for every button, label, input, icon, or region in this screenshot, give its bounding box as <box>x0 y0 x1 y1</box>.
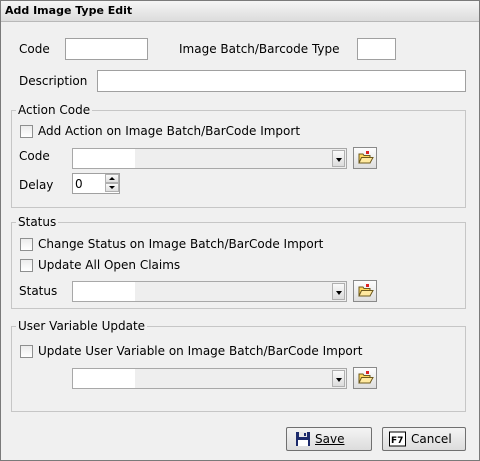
action-code-select[interactable] <box>72 148 347 169</box>
status-select-value <box>73 282 135 301</box>
folder-open-icon <box>358 284 374 297</box>
add-action-checkbox[interactable] <box>20 125 33 138</box>
spin-down-icon[interactable] <box>105 183 119 192</box>
f7-key-icon: F7 <box>389 431 406 447</box>
chevron-down-icon[interactable] <box>332 150 345 167</box>
user-variable-select-value <box>73 369 135 388</box>
user-variable-legend: User Variable Update <box>16 319 148 333</box>
description-label: Description <box>19 74 88 88</box>
floppy-disk-icon <box>296 432 310 446</box>
update-user-variable-checkbox[interactable] <box>20 345 33 358</box>
user-variable-select[interactable] <box>72 368 347 389</box>
batch-type-input[interactable] <box>357 38 396 60</box>
chevron-down-icon[interactable] <box>332 370 345 387</box>
cancel-button-label: Cancel <box>411 432 452 446</box>
batch-type-label: Image Batch/Barcode Type <box>179 42 340 56</box>
window-title: Add Image Type Edit <box>5 4 133 17</box>
add-action-checkbox-label[interactable]: Add Action on Image Batch/BarCode Import <box>38 124 300 138</box>
folder-open-icon <box>358 151 374 164</box>
action-code-legend: Action Code <box>16 103 93 117</box>
status-browse-button[interactable] <box>353 280 377 302</box>
title-bar[interactable]: Add Image Type Edit <box>1 1 479 22</box>
svg-text:F7: F7 <box>391 436 403 446</box>
update-open-claims-checkbox-label[interactable]: Update All Open Claims <box>38 258 180 272</box>
delay-label: Delay <box>19 178 54 192</box>
update-user-variable-checkbox-label[interactable]: Update User Variable on Image Batch/BarC… <box>38 344 362 358</box>
action-code-select-value <box>73 149 135 168</box>
delay-input[interactable] <box>73 174 107 193</box>
action-code-browse-button[interactable] <box>353 147 377 169</box>
update-open-claims-checkbox[interactable] <box>20 259 33 272</box>
action-code-label: Code <box>19 149 50 163</box>
cancel-button[interactable]: F7 Cancel <box>382 427 466 451</box>
code-input[interactable] <box>65 38 148 60</box>
folder-open-icon <box>358 371 374 384</box>
status-select[interactable] <box>72 281 347 302</box>
save-button-label: Save <box>315 432 345 446</box>
status-legend: Status <box>16 215 59 229</box>
change-status-checkbox-label[interactable]: Change Status on Image Batch/BarCode Imp… <box>38 237 323 251</box>
delay-spinner[interactable] <box>72 173 120 194</box>
spin-up-icon[interactable] <box>105 174 119 183</box>
save-button[interactable]: Save <box>286 427 372 451</box>
description-input[interactable] <box>97 70 466 92</box>
dialog-window: Add Image Type Edit Code Image Batch/Bar… <box>0 0 480 461</box>
status-label: Status <box>19 284 58 298</box>
user-variable-browse-button[interactable] <box>353 367 377 389</box>
chevron-down-icon[interactable] <box>332 283 345 300</box>
code-label: Code <box>19 42 50 56</box>
change-status-checkbox[interactable] <box>20 238 33 251</box>
